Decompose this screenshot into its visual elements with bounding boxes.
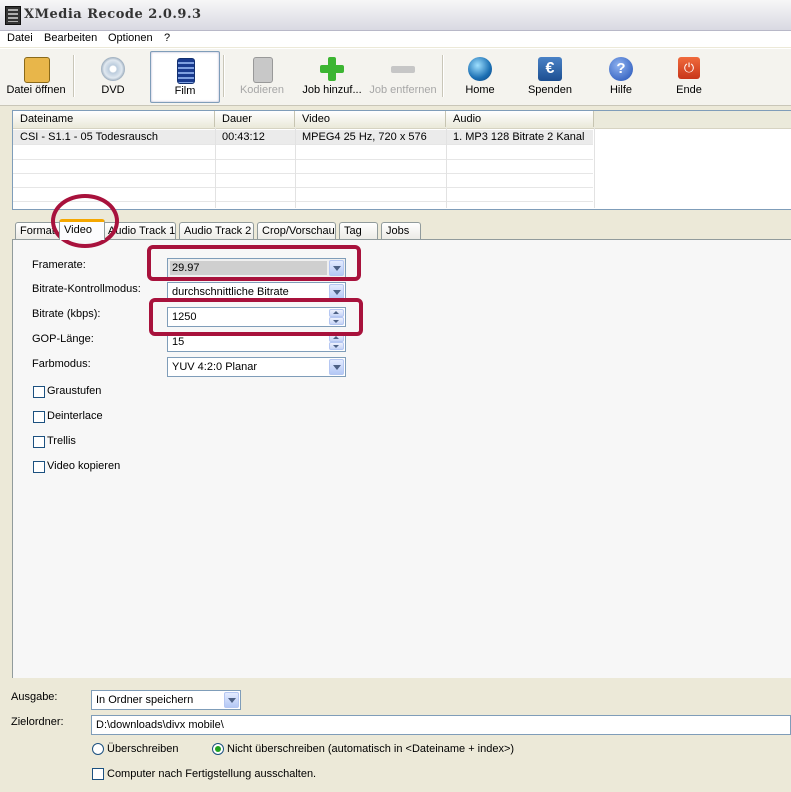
home-button[interactable]: Home <box>450 51 510 101</box>
gop-stepper[interactable]: 15 <box>167 332 346 352</box>
framerate-select[interactable]: 29.97 <box>167 258 346 278</box>
exit-button[interactable]: ⏻ Ende <box>660 51 718 101</box>
video-kopieren-label: Video kopieren <box>47 460 121 472</box>
minus-icon <box>391 57 415 81</box>
open-file-button[interactable]: Datei öffnen <box>2 51 70 101</box>
tab-format[interactable]: Format <box>15 222 61 239</box>
table-row-empty <box>13 159 593 174</box>
column-audio[interactable]: Audio <box>446 111 594 127</box>
dvd-button[interactable]: DVD <box>82 51 144 101</box>
deinterlace-checkbox[interactable] <box>33 411 45 423</box>
help-button[interactable]: ? Hilfe <box>592 51 650 101</box>
color-mode-label: Farbmodus: <box>32 358 91 370</box>
menu-bar: Datei Bearbeiten Optionen ? <box>0 31 791 47</box>
column-dauer[interactable]: Dauer <box>215 111 295 127</box>
graustufen-checkbox[interactable] <box>33 386 45 398</box>
deinterlace-label: Deinterlace <box>47 410 103 422</box>
tab-tag[interactable]: Tag <box>339 222 378 239</box>
trellis-checkbox[interactable] <box>33 436 45 448</box>
question-icon: ? <box>609 57 633 81</box>
gop-label: GOP-Länge: <box>32 333 94 345</box>
film-folder-icon <box>24 57 50 83</box>
bitrate-mode-label: Bitrate-Kontrollmodus: <box>32 283 141 295</box>
chevron-down-icon[interactable] <box>329 359 344 375</box>
cell-dauer: 00:43:12 <box>222 131 265 143</box>
table-row-empty <box>13 187 593 202</box>
menu-datei[interactable]: Datei <box>7 32 33 44</box>
color-mode-select[interactable]: YUV 4:2:0 Planar <box>167 357 346 377</box>
film-button[interactable]: Film <box>150 51 220 103</box>
trellis-label: Trellis <box>47 435 76 447</box>
nicht-ueberschreiben-label: Nicht überschreiben (automatisch in <Dat… <box>227 743 515 755</box>
remove-job-button[interactable]: Job entfernen <box>367 51 439 101</box>
tab-video[interactable]: Video <box>59 219 105 240</box>
chevron-down-icon[interactable] <box>329 284 344 300</box>
chevron-down-icon[interactable] <box>224 692 239 708</box>
bitrate-stepper[interactable]: 1250 <box>167 307 346 327</box>
dvd-disc-icon <box>101 57 125 81</box>
ausgabe-select[interactable]: In Ordner speichern <box>91 690 241 710</box>
menu-bearbeiten[interactable]: Bearbeiten <box>44 32 97 44</box>
zielordner-input[interactable]: D:\downloads\divx mobile\ <box>91 715 791 735</box>
table-row[interactable]: CSI - S1.1 - 05 Todesrausch 00:43:12 MPE… <box>13 130 593 145</box>
toolbar: Datei öffnen DVD Film Kodieren Job hinzu… <box>0 48 791 106</box>
euro-icon: € <box>538 57 562 81</box>
spin-up-icon[interactable] <box>329 334 344 342</box>
add-job-button[interactable]: Job hinzuf... <box>298 51 366 101</box>
shutdown-label: Computer nach Fertigstellung ausschalten… <box>107 768 317 780</box>
plus-icon <box>320 57 344 81</box>
job-list[interactable]: Dateiname Dauer Video Audio CSI - S1.1 -… <box>12 110 791 210</box>
spin-up-icon[interactable] <box>329 309 344 317</box>
bitrate-mode-select[interactable]: durchschnittliche Bitrate <box>167 282 346 302</box>
spin-down-icon[interactable] <box>329 342 344 350</box>
tab-crop-vorschau[interactable]: Crop/Vorschau <box>257 222 336 239</box>
job-list-header: Dateiname Dauer Video Audio <box>13 111 791 129</box>
donate-button[interactable]: € Spenden <box>518 51 582 101</box>
shutdown-checkbox[interactable] <box>92 768 104 780</box>
film-strip-icon <box>177 58 195 84</box>
cell-dateiname: CSI - S1.1 - 05 Todesrausch <box>20 131 158 143</box>
cell-audio: 1. MP3 128 Bitrate 2 Kanal <box>453 131 585 143</box>
tab-audio-track-2[interactable]: Audio Track 2 <box>179 222 254 239</box>
nicht-ueberschreiben-radio[interactable] <box>212 743 224 755</box>
tab-audio-track-1[interactable]: Audio Track 1 <box>103 222 176 239</box>
menu-help[interactable]: ? <box>164 32 170 44</box>
power-icon: ⏻ <box>678 57 700 79</box>
encode-button[interactable]: Kodieren <box>232 51 292 101</box>
graustufen-label: Graustufen <box>47 385 102 397</box>
ueberschreiben-radio[interactable] <box>92 743 104 755</box>
title-bar[interactable]: XMedia Recode 2.0.9.3 <box>0 0 791 31</box>
window-title: XMedia Recode 2.0.9.3 <box>24 7 202 22</box>
zielordner-label: Zielordner: <box>11 716 64 728</box>
ueberschreiben-label: Überschreiben <box>107 743 179 755</box>
spin-down-icon[interactable] <box>329 317 344 325</box>
video-tab-panel: Framerate: 29.97 Bitrate-Kontrollmodus: … <box>12 239 791 679</box>
app-film-icon <box>5 6 21 25</box>
menu-optionen[interactable]: Optionen <box>108 32 153 44</box>
bitrate-label: Bitrate (kbps): <box>32 308 101 320</box>
encode-icon <box>253 57 273 83</box>
table-row-empty <box>13 145 593 160</box>
chevron-down-icon[interactable] <box>329 260 344 276</box>
tab-strip: Format Video Audio Track 1 Audio Track 2… <box>12 219 791 240</box>
column-video[interactable]: Video <box>295 111 446 127</box>
video-kopieren-checkbox[interactable] <box>33 461 45 473</box>
output-section: Ausgabe: In Ordner speichern Zielordner:… <box>0 678 791 792</box>
column-dateiname[interactable]: Dateiname <box>13 111 215 127</box>
framerate-label: Framerate: <box>32 259 86 271</box>
ausgabe-label: Ausgabe: <box>11 691 58 703</box>
globe-icon <box>468 57 492 81</box>
cell-video: MPEG4 25 Hz, 720 x 576 <box>302 131 427 143</box>
tab-jobs[interactable]: Jobs <box>381 222 421 239</box>
table-row-empty <box>13 173 593 188</box>
